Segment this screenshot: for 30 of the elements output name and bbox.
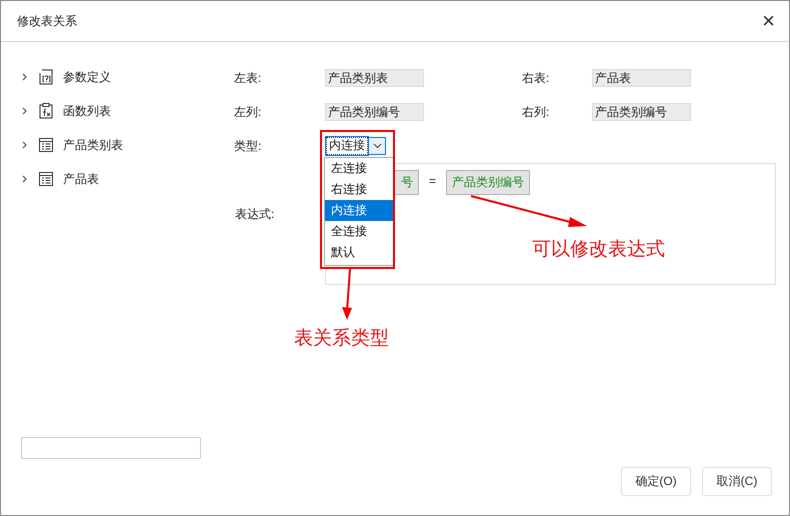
field-label: 右列: <box>522 104 550 120</box>
left-column-field: 产品类别编号 <box>325 103 424 121</box>
left-table-field: 产品类别表 <box>325 69 424 87</box>
right-table-field: 产品表 <box>592 69 691 87</box>
dropdown-caret-icon[interactable] <box>368 137 386 155</box>
tree-item[interactable]: 产品表 <box>63 170 99 188</box>
field-label: 类型: <box>234 138 262 154</box>
field-label: 右表: <box>522 70 550 86</box>
table-icon <box>39 172 53 186</box>
close-button[interactable]: × <box>760 10 777 32</box>
right-column-field: 产品类别编号 <box>592 103 691 121</box>
table-icon <box>39 138 53 152</box>
dropdown-option[interactable]: 内连接 <box>325 200 394 221</box>
annotation-text: 表关系类型 <box>294 327 389 351</box>
tree-item[interactable]: 函数列表 <box>63 102 111 120</box>
window-title: 修改表关系 <box>17 12 77 30</box>
ok-button[interactable]: 确定(O) <box>621 467 691 496</box>
tree-item[interactable]: 产品类别表 <box>63 136 123 154</box>
operator: = <box>429 173 436 188</box>
field-label: 表达式: <box>235 206 274 223</box>
field-label: 左列: <box>234 104 262 120</box>
field-label: 左表: <box>234 70 262 86</box>
parameter-icon <box>39 69 53 85</box>
annotation-text: 可以修改表达式 <box>532 238 665 262</box>
cancel-button[interactable]: 取消(C) <box>702 467 772 496</box>
function-icon <box>39 103 53 119</box>
annotation-arrow <box>339 269 355 321</box>
search-field[interactable] <box>21 437 201 459</box>
type-select[interactable]: 内连接 <box>326 137 368 155</box>
tree-item[interactable]: 参数定义 <box>63 68 111 86</box>
